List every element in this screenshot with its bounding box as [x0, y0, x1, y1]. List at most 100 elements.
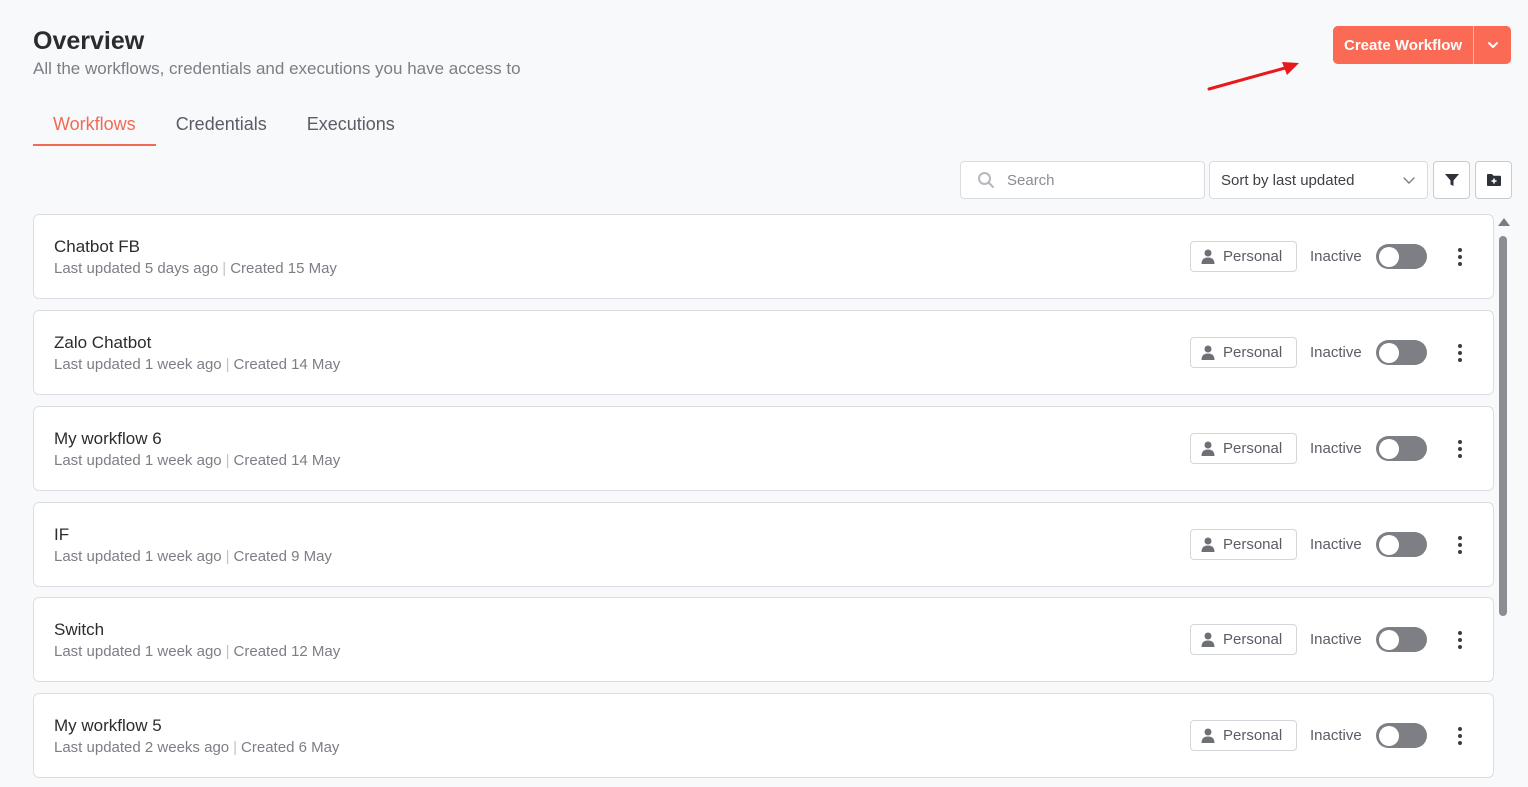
workflow-created: Created 6 May [241, 739, 340, 756]
owner-badge: Personal [1190, 529, 1297, 560]
user-icon [1201, 441, 1215, 456]
workflow-card[interactable]: My workflow 5 Last updated 2 weeks ago | C… [33, 693, 1494, 778]
scrollbar[interactable] [1497, 218, 1511, 787]
kebab-icon[interactable] [1450, 627, 1470, 653]
owner-label: Personal [1223, 631, 1283, 648]
chevron-down-icon [1403, 177, 1415, 184]
owner-badge: Personal [1190, 720, 1297, 751]
owner-badge: Personal [1190, 624, 1297, 655]
workflow-updated: Last updated 5 days ago [54, 260, 219, 277]
workflow-name: My workflow 5 [54, 716, 162, 735]
kebab-icon[interactable] [1450, 340, 1470, 366]
owner-label: Personal [1223, 248, 1283, 265]
user-icon [1201, 632, 1215, 647]
meta-divider: | [225, 452, 230, 469]
meta-divider: | [225, 356, 230, 373]
workflow-created: Created 12 May [233, 643, 341, 660]
workflow-meta: Last updated 2 weeks ago | Created 6 May [54, 739, 339, 756]
sort-select-label: Sort by last updated [1221, 171, 1355, 189]
toggle-knob [1379, 246, 1399, 267]
owner-badge: Personal [1190, 433, 1297, 464]
workflow-card[interactable]: IF Last updated 1 week ago | Created 9 May… [33, 502, 1494, 587]
search-icon [978, 172, 994, 188]
page-title: Overview [33, 27, 145, 55]
workflow-updated: Last updated 1 week ago [54, 548, 222, 565]
owner-label: Personal [1223, 536, 1283, 553]
toggle-knob [1379, 629, 1399, 650]
workflow-updated: Last updated 1 week ago [54, 452, 222, 469]
tab-credentials[interactable]: Credentials [156, 106, 287, 146]
page-subtitle: All the workflows, credentials and execu… [33, 59, 521, 78]
meta-divider: | [225, 643, 230, 660]
active-toggle[interactable] [1376, 723, 1427, 748]
scroll-thumb[interactable] [1499, 236, 1507, 616]
user-icon [1201, 537, 1215, 552]
workflow-card[interactable]: Chatbot FB Last updated 5 days ago | Creat… [33, 214, 1494, 299]
owner-badge: Personal [1190, 337, 1297, 368]
active-toggle[interactable] [1376, 244, 1427, 269]
folder-plus-icon [1486, 174, 1501, 186]
search-input[interactable] [1007, 171, 1197, 189]
workflow-name: My workflow 6 [54, 429, 162, 448]
owner-label: Personal [1223, 344, 1283, 361]
workflow-updated: Last updated 2 weeks ago [54, 739, 230, 756]
user-icon [1201, 345, 1215, 360]
workflow-name: IF [54, 525, 70, 544]
workflow-meta: Last updated 1 week ago | Created 12 May [54, 643, 340, 660]
active-toggle[interactable] [1376, 532, 1427, 557]
sort-select[interactable]: Sort by last updated [1209, 161, 1428, 199]
meta-divider: | [225, 548, 230, 565]
status-label: Inactive [1310, 727, 1362, 744]
create-workflow-group: Create Workflow [1333, 26, 1512, 64]
workflow-created: Created 14 May [233, 356, 341, 373]
kebab-icon[interactable] [1450, 244, 1470, 270]
meta-divider: | [233, 739, 238, 756]
owner-label: Personal [1223, 440, 1283, 457]
workflow-updated: Last updated 1 week ago [54, 643, 222, 660]
meta-divider: | [222, 260, 227, 277]
workflow-updated: Last updated 1 week ago [54, 356, 222, 373]
owner-badge: Personal [1190, 241, 1297, 272]
toggle-knob [1379, 342, 1399, 363]
workflow-meta: Last updated 1 week ago | Created 14 May [54, 356, 340, 373]
search-box [960, 161, 1205, 199]
status-label: Inactive [1310, 248, 1362, 265]
annotation-arrow-icon [1207, 62, 1299, 91]
workflow-card[interactable]: My workflow 6 Last updated 1 week ago | Cr… [33, 406, 1494, 491]
status-label: Inactive [1310, 344, 1362, 361]
workflow-meta: Last updated 1 week ago | Created 14 May [54, 452, 340, 469]
workflow-created: Created 14 May [233, 452, 341, 469]
toggle-knob [1379, 725, 1399, 746]
workflow-meta: Last updated 5 days ago | Created 15 May [54, 260, 337, 277]
scroll-up-icon[interactable] [1498, 218, 1510, 226]
status-label: Inactive [1310, 440, 1362, 457]
workflow-card[interactable]: Switch Last updated 1 week ago | Created 1… [33, 597, 1494, 682]
create-workflow-button[interactable]: Create Workflow [1333, 26, 1474, 64]
workflow-name: Switch [54, 620, 105, 639]
status-label: Inactive [1310, 536, 1362, 553]
kebab-icon[interactable] [1450, 532, 1470, 558]
user-icon [1201, 249, 1215, 264]
kebab-icon[interactable] [1450, 436, 1470, 462]
workflow-created: Created 15 May [230, 260, 337, 277]
new-folder-button[interactable] [1475, 161, 1512, 199]
workflow-meta: Last updated 1 week ago | Created 9 May [54, 548, 332, 565]
workflow-card[interactable]: Zalo Chatbot Last updated 1 week ago | Cre… [33, 310, 1494, 395]
toggle-knob [1379, 534, 1399, 555]
owner-label: Personal [1223, 727, 1283, 744]
workflow-name: Chatbot FB [54, 237, 140, 256]
create-options-button[interactable] [1474, 26, 1512, 64]
workflows-overview-page: Overview All the workflows, credentials … [0, 0, 1528, 787]
tab-executions[interactable]: Executions [287, 106, 415, 146]
tab-workflows[interactable]: Workflows [33, 106, 156, 146]
status-label: Inactive [1310, 631, 1362, 648]
toggle-knob [1379, 438, 1399, 459]
filter-button[interactable] [1433, 161, 1470, 199]
kebab-icon[interactable] [1450, 723, 1470, 749]
workflow-name: Zalo Chatbot [54, 333, 152, 352]
workflow-created: Created 9 May [233, 548, 332, 565]
active-toggle[interactable] [1376, 627, 1427, 652]
active-toggle[interactable] [1376, 340, 1427, 365]
active-toggle[interactable] [1376, 436, 1427, 461]
tabs: Workflows Credentials Executions [33, 106, 415, 146]
